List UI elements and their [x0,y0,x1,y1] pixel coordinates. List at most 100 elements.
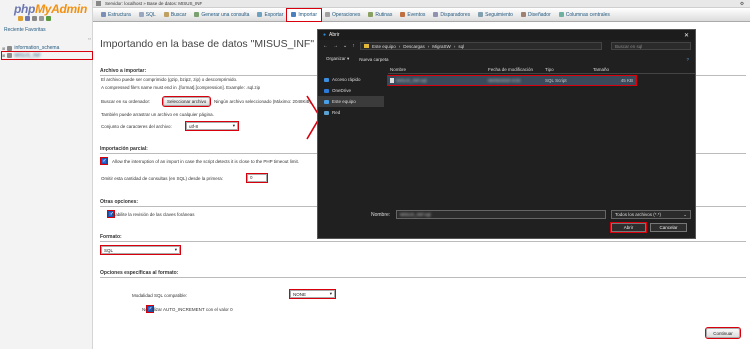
format-value: SQL [104,247,114,253]
column-type[interactable]: Tipo [545,67,593,72]
expand-icon[interactable]: ⊞ [2,46,5,51]
recent-favorites-links[interactable]: Reciente Favoritas [4,27,46,33]
column-size[interactable]: Tamaño [593,67,633,72]
tab-eventos[interactable]: Eventos [396,9,429,21]
compression-info: El archivo puede ser comprimido (gzip, b… [101,77,238,82]
sidebar-item-onedrive[interactable]: OneDrive [318,85,384,96]
tab-estructura[interactable]: Estructura [97,9,135,21]
sql-icon [138,12,144,17]
tree-item-selected-db[interactable]: ⊞ MISUS_INF [1,51,93,60]
tab-disenador[interactable]: Diseñador [517,9,555,21]
tab-label: Operaciones [332,11,361,18]
no-file-text: Ningún archivo seleccionado (Máximo: 204… [214,99,312,104]
tab-rutinas[interactable]: Rutinas [364,9,396,21]
columns-icon [558,12,564,17]
sidebar-item-label: OneDrive [332,88,352,93]
sql-file-icon [390,78,394,83]
charset-select[interactable]: utf-8 ▾ [185,121,239,131]
tab-label: Generar una consulta [201,11,250,18]
sidebar-item-red[interactable]: Red [318,107,384,118]
browse-label: Buscar en su ordenador: [101,99,151,104]
collapse-icon[interactable]: ⇔ [87,36,92,42]
tab-importar[interactable]: Importar [286,7,322,22]
file-type-filter[interactable]: Todos los archivos (*.*) ⌄ [611,210,691,219]
compression-example: A compressed file's name must end in .[f… [101,85,261,90]
settings-icon[interactable] [39,16,44,21]
format-select[interactable]: SQL ▾ [100,245,181,255]
sidebar-item-label: Este equipo [332,99,356,104]
database-icon [7,45,13,51]
charset-label: Conjunto de caracteres del archivo: [101,124,172,129]
reload-icon[interactable] [46,16,51,21]
continue-button[interactable]: Continuar [705,327,741,339]
tab-label: Exportar [264,11,284,18]
organize-menu[interactable]: Organizar ▾ [326,56,349,62]
dialog-titlebar: ● Abrir ✕ [318,30,695,40]
allow-interrupt-checkbox[interactable] [100,157,108,165]
forward-arrow-icon[interactable]: → [333,43,338,49]
path-segment[interactable]: MigraSW [432,44,451,49]
export-icon [257,12,263,17]
breadcrumb-text[interactable]: Servidor: localhost » Base de datos: MIS… [105,1,202,6]
path-segment[interactable]: sql [458,44,464,49]
tree-item-information-schema[interactable]: ⊞ information_schema [2,45,59,51]
tab-disparadores[interactable]: Disparadores [429,9,474,21]
sidebar-item-este-equipo[interactable]: Este equipo [318,96,384,107]
path-separator: › [398,43,401,49]
logout-icon[interactable] [25,16,30,21]
column-name[interactable]: Nombre [388,67,488,72]
tab-label: Buscar [170,11,187,18]
search-icon [163,12,169,17]
folder-icon [364,44,369,48]
navigation-panel: phpMyAdmin Reciente Favoritas ⇔ ⊞ inform… [0,0,93,349]
tab-columnas-centrales[interactable]: Columnas centrales [555,9,614,21]
tab-sql[interactable]: SQL [135,9,160,21]
column-date[interactable]: Fecha de modificación [488,67,545,72]
logo-myadmin-text: MyAdmin [35,2,87,16]
dialog-search-input[interactable]: Buscar en sql [611,42,691,50]
tab-label: Estructura [108,11,131,18]
choose-file-button[interactable]: Seleccionar archivo [161,96,212,107]
tab-exportar[interactable]: Exportar [253,9,287,21]
file-row[interactable]: MISUS_INF.sql 06/06/2020 9:02 SQL Script… [387,75,637,86]
cancel-button[interactable]: Cancelar [650,223,687,232]
allow-interrupt-label: Allow the interruption of an import in c… [112,159,300,164]
table-icon [101,12,106,17]
path-separator: › [427,43,430,49]
phpmyadmin-logo[interactable]: phpMyAdmin [14,2,87,16]
star-icon [324,77,329,82]
new-folder-button[interactable]: Nueva carpeta [359,57,388,62]
settings-gear-icon[interactable]: ⚙ [740,1,744,7]
back-arrow-icon[interactable]: ← [323,43,328,49]
address-bar[interactable]: Este equipo › Descargas › MigraSW › sql [360,42,602,50]
open-button[interactable]: Abrir [610,222,647,233]
clock-icon [400,12,406,17]
sql-compat-select[interactable]: NONE ▾ [289,289,336,299]
help-icon[interactable] [32,16,37,21]
tab-generar-consulta[interactable]: Generar una consulta [190,9,253,21]
path-segment[interactable]: Descargas [403,44,425,49]
sidebar-item-label: Acceso rápido [332,77,361,82]
close-icon[interactable]: ✕ [684,32,689,39]
help-icon[interactable]: ? [686,57,689,62]
eye-icon [478,12,484,17]
open-file-dialog: ● Abrir ✕ ← → ⌄ ↑ Este equipo › Descargas… [317,29,696,239]
file-list: Nombre Fecha de modificación Tipo Tamaño… [387,66,695,203]
foreign-keys-label: Habilite la revisión de las claves forán… [112,212,195,217]
expand-icon[interactable]: ⊞ [2,53,5,58]
file-name: MISUS_INF.sql [396,78,427,83]
filename-input[interactable]: MISUS_INF.sql [396,210,606,219]
chevron-down-icon: ▾ [329,291,332,296]
tab-seguimiento[interactable]: Seguimiento [474,9,517,21]
skip-queries-input[interactable]: 0 [246,173,268,183]
up-arrow-icon[interactable]: ↑ [352,43,355,49]
path-segment[interactable]: Este equipo [372,44,396,49]
chevron-down-icon[interactable]: ⌄ [343,43,347,49]
routine-icon [368,12,374,17]
sidebar-item-acceso-rapido[interactable]: Acceso rápido [318,74,384,85]
tab-label: Importar [298,11,317,18]
tab-buscar[interactable]: Buscar [160,9,191,21]
home-icon[interactable] [18,16,23,21]
tab-operaciones[interactable]: Operaciones [321,9,364,21]
dialog-toolbar: Organizar ▾ Nueva carpeta ? [318,54,695,64]
